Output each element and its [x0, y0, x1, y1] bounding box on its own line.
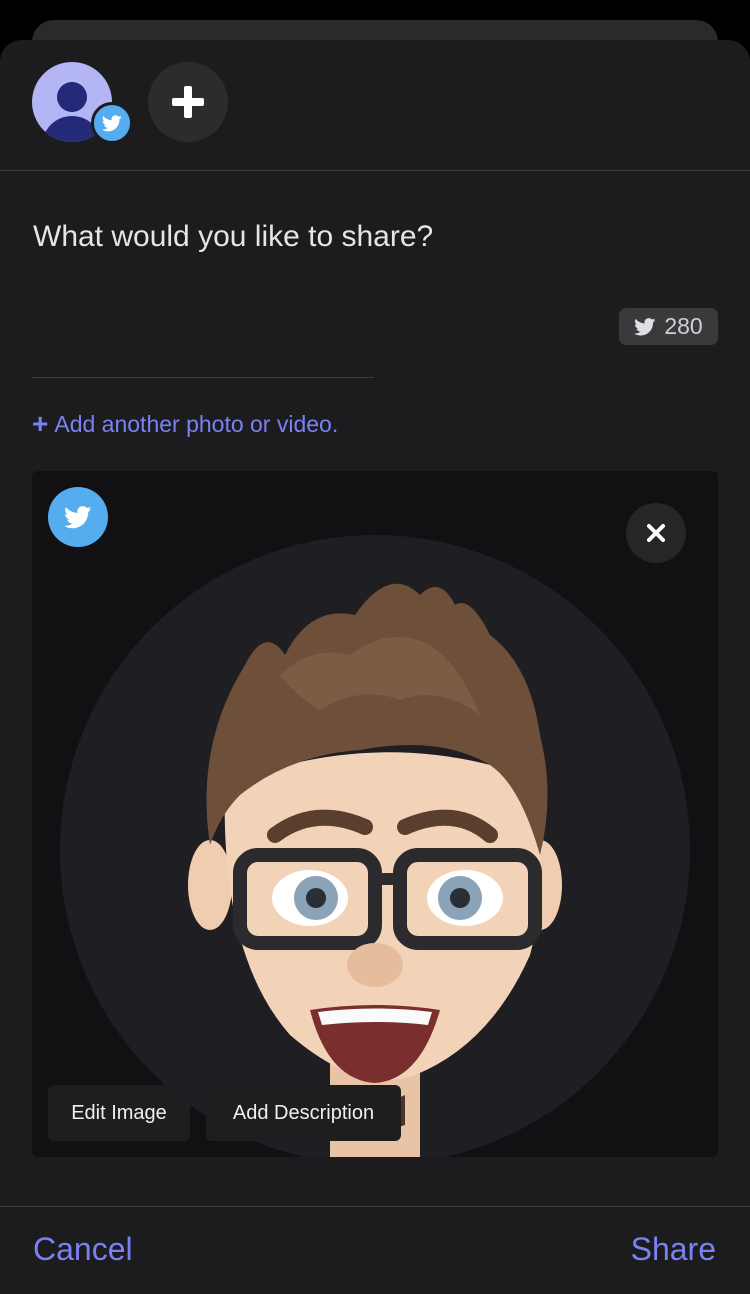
plus-icon: [172, 86, 204, 118]
remove-media-button[interactable]: [626, 503, 686, 563]
memoji-image: [60, 535, 690, 1157]
close-icon: [647, 524, 665, 542]
twitter-bird-icon: [102, 114, 122, 131]
character-count-value: 280: [664, 313, 703, 339]
twitter-badge-icon: [91, 102, 133, 144]
twitter-bird-icon: [634, 317, 656, 335]
plus-icon: +: [32, 408, 49, 439]
divider: [32, 377, 374, 378]
add-media-label: Add another photo or video.: [54, 410, 339, 437]
twitter-platform-icon: [48, 487, 108, 547]
bottom-action-bar: Cancel Share: [0, 1206, 750, 1294]
add-description-button[interactable]: Add Description: [206, 1085, 401, 1141]
character-counter: 280: [619, 308, 718, 345]
add-media-link[interactable]: + Add another photo or video.: [32, 410, 338, 438]
share-sheet: What would you like to share? 280 + Add …: [0, 40, 750, 1294]
avatar-head: [57, 82, 87, 112]
accounts-bar: [0, 40, 750, 171]
media-preview: Edit Image Add Description: [32, 471, 718, 1157]
add-account-button[interactable]: [148, 62, 228, 142]
twitter-bird-icon: [64, 505, 92, 528]
cancel-button[interactable]: Cancel: [33, 1231, 133, 1268]
share-button[interactable]: Share: [631, 1231, 716, 1268]
edit-image-button[interactable]: Edit Image: [48, 1085, 190, 1141]
compose-text-input[interactable]: What would you like to share?: [33, 220, 433, 254]
